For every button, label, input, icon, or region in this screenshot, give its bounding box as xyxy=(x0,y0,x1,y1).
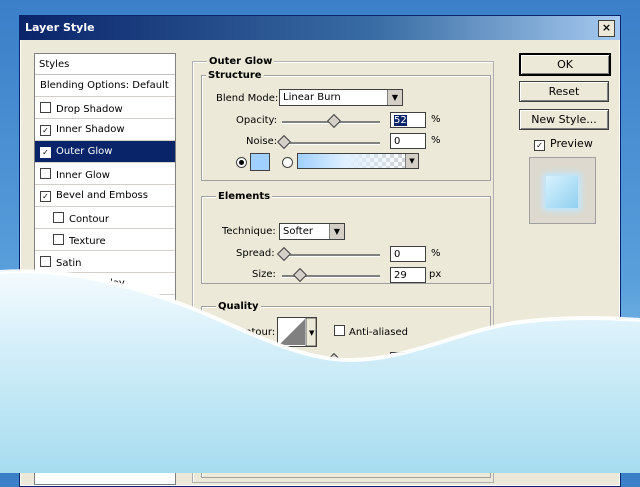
opacity-value: 52 xyxy=(394,115,407,126)
range-value: 50 xyxy=(394,355,407,366)
noise-input[interactable]: 0 xyxy=(390,133,426,149)
technique-select[interactable]: Softer ▼ xyxy=(279,223,345,240)
style-item-outer-glow[interactable]: ✓ Outer Glow xyxy=(35,141,175,163)
style-item-bevel-and-emboss[interactable]: ✓ Bevel and Emboss xyxy=(35,185,175,207)
reset-button[interactable]: Reset xyxy=(519,81,609,102)
opacity-input[interactable]: 52 xyxy=(390,112,426,128)
range-unit: % xyxy=(431,354,441,365)
style-item-label: Bevel and Emboss xyxy=(56,190,148,201)
outer-glow-title: Outer Glow xyxy=(207,56,275,67)
technique-value: Softer xyxy=(283,226,313,237)
outer-glow-settings: Outer Glow Structure Blend Mode: Linear … xyxy=(192,53,498,483)
jitter-unit: % xyxy=(431,375,441,386)
style-item-label: Drop Shadow xyxy=(56,104,123,115)
contour-label: Contour: xyxy=(232,327,276,338)
style-item-label: Blending Options: Default xyxy=(40,80,169,91)
gradient-picker[interactable]: ▼ xyxy=(297,153,419,169)
style-item-contour[interactable]: Contour xyxy=(35,207,175,229)
style-item-label: Inner Shadow xyxy=(56,124,125,135)
blend-mode-value: Linear Burn xyxy=(283,92,341,103)
spread-input[interactable]: 0 xyxy=(390,246,426,262)
style-item-label: Inner Glow xyxy=(56,170,110,181)
style-item-label: Outer Glow xyxy=(56,146,113,157)
size-value: 29 xyxy=(394,270,407,281)
anti-aliased-checkbox[interactable] xyxy=(334,325,345,336)
preview-checkbox[interactable]: ✓ xyxy=(534,140,545,151)
style-checkbox[interactable] xyxy=(40,102,51,113)
preview-toggle[interactable]: ✓ Preview xyxy=(534,137,593,151)
style-item-label: Contour xyxy=(69,214,109,225)
elements-title: Elements xyxy=(216,191,273,202)
style-item-label: Satin xyxy=(56,258,82,269)
styles-list: Styles Blending Options: Default Drop Sha… xyxy=(34,53,176,485)
elements-group: Elements xyxy=(201,191,491,284)
blend-mode-select[interactable]: Linear Burn ▼ xyxy=(279,89,403,106)
layer-style-dialog: Layer Style × Styles Blending Options: D… xyxy=(19,15,621,487)
new-style-label: New Style... xyxy=(531,113,597,126)
opacity-label: Opacity: xyxy=(236,115,278,126)
technique-label: Technique: xyxy=(222,226,276,237)
style-item-inner-shadow[interactable]: ✓ Inner Shadow xyxy=(35,119,175,141)
style-item-lay[interactable]: lay xyxy=(35,273,175,295)
title-bar[interactable]: Layer Style × xyxy=(20,16,620,40)
style-item-label: Texture xyxy=(69,236,106,247)
style-checkbox[interactable] xyxy=(40,256,51,267)
style-item-blending-options-default[interactable]: Blending Options: Default xyxy=(35,75,175,97)
color-radio[interactable] xyxy=(236,157,247,168)
preview-label: Preview xyxy=(550,137,593,150)
style-item-inner-glow[interactable]: Inner Glow xyxy=(35,163,175,185)
chevron-down-icon[interactable]: ▼ xyxy=(405,154,418,168)
chevron-down-icon: ▼ xyxy=(387,90,402,105)
style-checkbox[interactable] xyxy=(53,212,64,223)
chevron-down-icon: ▼ xyxy=(329,224,344,239)
structure-title: Structure xyxy=(206,70,264,81)
style-checkbox[interactable] xyxy=(53,234,64,245)
noise-slider[interactable] xyxy=(282,142,380,145)
jitter-value: 0 xyxy=(394,376,401,387)
style-checkbox[interactable]: ✓ xyxy=(40,191,51,202)
new-style-button[interactable]: New Style... xyxy=(519,109,609,130)
reset-label: Reset xyxy=(548,85,580,98)
spread-label: Spread: xyxy=(236,248,275,259)
noise-label: Noise: xyxy=(246,136,278,147)
anti-aliased-label[interactable]: Anti-aliased xyxy=(349,327,408,338)
glow-color-swatch[interactable] xyxy=(250,153,270,171)
opacity-unit: % xyxy=(431,114,441,125)
style-item-satin[interactable]: Satin xyxy=(35,251,175,273)
style-item-label: lay xyxy=(110,278,125,289)
spread-unit: % xyxy=(431,248,441,259)
noise-unit: % xyxy=(431,135,441,146)
spread-slider[interactable] xyxy=(282,254,380,257)
close-icon: × xyxy=(601,21,612,34)
ok-label: OK xyxy=(557,58,573,71)
style-preview xyxy=(529,157,596,224)
style-checkbox[interactable]: ✓ xyxy=(40,125,51,136)
style-item-texture[interactable]: Texture xyxy=(35,229,175,251)
noise-value: 0 xyxy=(394,136,401,147)
contour-picker[interactable]: ▼ xyxy=(277,317,317,347)
blend-mode-label: Blend Mode: xyxy=(216,93,279,104)
ok-button[interactable]: OK xyxy=(519,53,611,76)
size-unit: px xyxy=(429,269,442,280)
range-input[interactable]: 50 xyxy=(390,352,426,368)
style-checkbox[interactable] xyxy=(40,168,51,179)
quality-title: Quality xyxy=(216,301,261,312)
style-checkbox[interactable]: ✓ xyxy=(40,147,51,158)
size-label: Size: xyxy=(252,269,276,280)
gradient-radio[interactable] xyxy=(282,157,293,168)
styles-header[interactable]: Styles xyxy=(35,54,175,75)
close-button[interactable]: × xyxy=(598,20,615,37)
svg-text:▼: ▼ xyxy=(309,329,315,337)
preview-thumbnail xyxy=(546,176,578,208)
jitter-input[interactable]: 0 xyxy=(390,373,426,389)
size-input[interactable]: 29 xyxy=(390,267,426,283)
style-item-drop-shadow[interactable]: Drop Shadow xyxy=(35,97,175,119)
contour-curve-icon: ▼ xyxy=(278,318,316,346)
spread-value: 0 xyxy=(394,249,401,260)
dialog-title: Layer Style xyxy=(25,21,95,34)
